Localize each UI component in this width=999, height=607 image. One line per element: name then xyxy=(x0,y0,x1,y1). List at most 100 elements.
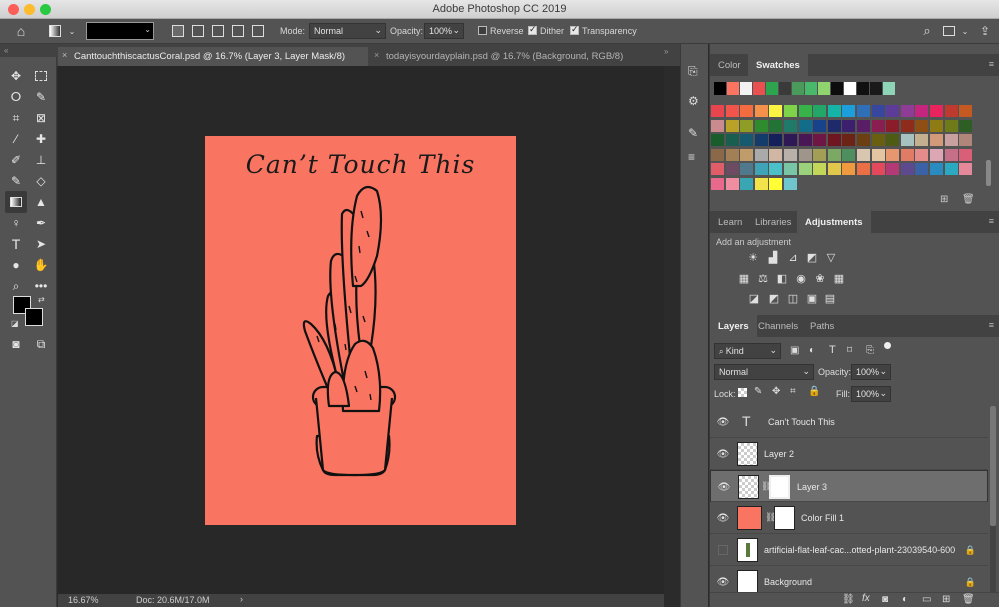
eye-icon[interactable]: 👁 xyxy=(717,448,730,460)
swatch[interactable] xyxy=(740,105,754,117)
swatch[interactable] xyxy=(944,134,958,147)
swatch[interactable] xyxy=(798,134,812,147)
swatch[interactable] xyxy=(792,82,804,95)
swatch[interactable] xyxy=(813,119,827,132)
gradient-picker[interactable]: ⌄ xyxy=(86,22,154,40)
layers-scrollbar[interactable] xyxy=(990,406,996,594)
doc-tab-today[interactable]: × todayisyourdayplain.psd @ 16.7% (Backg… xyxy=(370,47,642,66)
swatch[interactable] xyxy=(711,105,724,117)
swatch[interactable] xyxy=(784,119,797,132)
swatch[interactable] xyxy=(798,119,812,132)
swatch[interactable] xyxy=(754,105,768,117)
brush-tool-icon[interactable]: ✐ xyxy=(7,151,25,169)
swatch[interactable] xyxy=(842,134,856,147)
swatch[interactable] xyxy=(844,82,856,95)
swatch[interactable] xyxy=(930,119,943,132)
swatch[interactable] xyxy=(813,163,827,176)
opacity-input[interactable]: 100% ⌄ xyxy=(424,23,464,39)
collapse-toolbar-icon[interactable]: « xyxy=(4,46,8,55)
layer-filter-kind-select[interactable]: ⌕ Kind ⌄ xyxy=(714,343,781,359)
layer-row-image[interactable]: artificial-flat-leaf-cac...otted-plant-2… xyxy=(710,534,988,566)
chevron-down-icon[interactable]: ⌄ xyxy=(956,22,974,40)
swatch[interactable] xyxy=(769,163,783,176)
filter-toggle-icon[interactable] xyxy=(884,342,891,349)
default-colors-icon[interactable]: ◪ xyxy=(11,319,19,328)
dither-checkbox[interactable] xyxy=(528,24,537,35)
swatch[interactable] xyxy=(813,134,827,147)
posterize-icon[interactable]: ◩ xyxy=(767,291,781,305)
swatch[interactable] xyxy=(754,163,768,176)
vibrance-icon[interactable]: ▽ xyxy=(824,250,838,264)
home-icon[interactable]: ⌂ xyxy=(12,22,30,40)
curves-icon[interactable]: ⊿ xyxy=(786,250,800,264)
levels-icon[interactable]: ▟ xyxy=(766,250,780,264)
layer-opacity-input[interactable]: 100% ⌄ xyxy=(851,364,891,380)
swatch[interactable] xyxy=(959,134,973,147)
swatch[interactable] xyxy=(725,119,739,132)
swatch[interactable] xyxy=(886,119,900,132)
photo-filter-icon[interactable]: ◉ xyxy=(794,271,808,285)
swatch[interactable] xyxy=(725,148,739,161)
linear-gradient-icon[interactable] xyxy=(169,22,187,40)
hue-saturation-icon[interactable]: ▦ xyxy=(737,271,751,285)
panel-menu-icon[interactable]: ≡ xyxy=(989,320,994,330)
swatch[interactable] xyxy=(871,163,885,176)
gradient-map-icon[interactable]: ▤ xyxy=(823,291,837,305)
exposure-icon[interactable]: ◩ xyxy=(805,250,819,264)
swatch[interactable] xyxy=(900,163,914,176)
tab-channels[interactable]: Channels xyxy=(750,315,806,337)
swatch[interactable] xyxy=(740,148,754,161)
swatch[interactable] xyxy=(900,134,914,147)
lasso-tool-icon[interactable]: ⵔ xyxy=(7,88,25,106)
zoom-tool-icon[interactable]: ⌕ xyxy=(7,277,25,295)
eraser-tool-icon[interactable]: ◇ xyxy=(32,172,50,190)
new-layer-icon[interactable]: ⊞ xyxy=(942,594,950,605)
swatch[interactable] xyxy=(944,163,958,176)
filter-adjustment-icon[interactable]: ◐ xyxy=(809,345,815,356)
background-color-swatch[interactable] xyxy=(25,308,43,326)
eye-icon[interactable]: 👁 xyxy=(717,512,730,524)
swatch[interactable] xyxy=(725,134,739,147)
healing-brush-tool-icon[interactable]: ✚ xyxy=(32,130,50,148)
swatch[interactable] xyxy=(784,178,797,190)
add-mask-icon[interactable]: ◙ xyxy=(882,594,888,605)
swatch[interactable] xyxy=(784,134,797,147)
tab-paths[interactable]: Paths xyxy=(802,315,842,337)
swatch[interactable] xyxy=(769,134,783,147)
swatch[interactable] xyxy=(754,134,768,147)
invert-icon[interactable]: ◪ xyxy=(747,291,761,305)
layer-mask-thumbnail[interactable] xyxy=(769,475,790,499)
reverse-checkbox[interactable] xyxy=(478,26,487,35)
swatch[interactable] xyxy=(753,82,765,95)
document-canvas[interactable]: Can’t Touch This xyxy=(205,136,516,525)
layer-row-layer-3[interactable]: 👁 ⛓ Layer 3 xyxy=(710,470,988,502)
swatch[interactable] xyxy=(959,148,973,161)
pen-tool-icon[interactable]: ✒ xyxy=(32,214,50,232)
properties-panel-icon[interactable]: ⚙ xyxy=(688,94,699,108)
swatch[interactable] xyxy=(842,119,856,132)
panel-menu-icon[interactable]: ≡ xyxy=(989,216,994,226)
swatch[interactable] xyxy=(798,163,812,176)
swatch[interactable] xyxy=(900,105,914,117)
path-selection-tool-icon[interactable]: ➤ xyxy=(32,235,50,253)
gradient-tool-preset-icon[interactable] xyxy=(46,22,64,40)
swatch[interactable] xyxy=(725,163,739,176)
swatch[interactable] xyxy=(754,178,768,190)
swatch[interactable] xyxy=(714,82,726,95)
history-panel-icon[interactable]: ⎘ xyxy=(688,64,698,79)
swatch[interactable] xyxy=(769,148,783,161)
swatch[interactable] xyxy=(827,119,841,132)
lock-all-icon[interactable]: 🔒 xyxy=(808,386,820,397)
fx-icon[interactable]: fx xyxy=(862,593,870,604)
swatch[interactable] xyxy=(769,119,783,132)
frame-tool-icon[interactable]: ⊠ xyxy=(32,109,50,127)
dodge-tool-icon[interactable]: ♀ xyxy=(7,214,25,232)
swatch[interactable] xyxy=(831,82,843,95)
swatch[interactable] xyxy=(711,134,724,147)
mode-select[interactable]: Normal ⌄ xyxy=(309,23,386,39)
swatch[interactable] xyxy=(827,105,841,117)
more-tools-icon[interactable]: ••• xyxy=(32,277,50,295)
swatch[interactable] xyxy=(769,178,783,190)
quick-selection-tool-icon[interactable]: ✎ xyxy=(32,88,50,106)
layer-row-layer-2[interactable]: 👁 Layer 2 xyxy=(710,438,988,470)
